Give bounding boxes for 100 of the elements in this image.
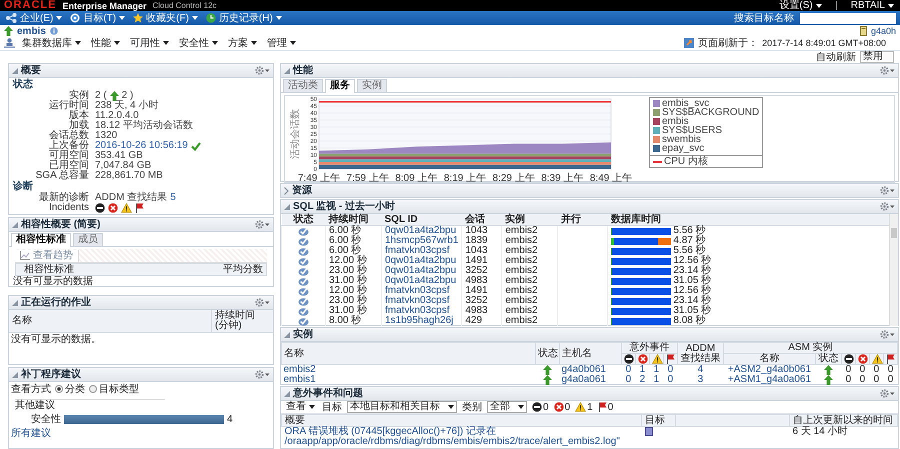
gear-icon[interactable] <box>880 389 895 398</box>
nav-menu[interactable]: 企业(E) <box>4 12 64 24</box>
check-icon <box>298 246 309 256</box>
disclosure-icon[interactable] <box>12 68 18 74</box>
disclosure-icon[interactable] <box>284 390 290 396</box>
caret-icon <box>163 41 169 45</box>
host-link[interactable]: g4a0b061 <box>561 364 606 375</box>
gear-icon[interactable] <box>880 202 895 211</box>
auto-refresh-select[interactable]: 禁用 <box>860 51 894 63</box>
gear-icon[interactable] <box>255 220 270 229</box>
search-field[interactable] <box>800 12 896 24</box>
target-menu[interactable]: 安全性 <box>176 36 221 50</box>
incident-count[interactable]: 2 <box>640 374 646 385</box>
gear-icon[interactable] <box>255 298 270 307</box>
target-icon <box>70 13 80 23</box>
caret-icon <box>192 16 198 20</box>
incident-count[interactable]: 0 <box>668 374 674 385</box>
host-link[interactable]: g4a0h <box>870 26 896 36</box>
legend-label: swembis <box>662 135 701 144</box>
nav-menu[interactable]: 目标(T) <box>68 12 128 24</box>
incident-count[interactable]: 0 <box>668 364 674 375</box>
sql-id-link[interactable]: 0qw01a4ta2bpu <box>385 255 456 266</box>
findings-link[interactable]: 4 <box>698 364 704 375</box>
instance-link[interactable]: embis1 <box>284 374 316 385</box>
category-select[interactable]: 全部 <box>487 401 527 413</box>
all-recommendations-link[interactable]: 所有建议 <box>11 428 51 439</box>
sql-id-link[interactable]: fmatvkn03cpsf <box>385 285 450 296</box>
panel-title: 相容性概要 (简要) <box>21 218 100 231</box>
asm-link[interactable]: +ASM2_g4a0b061 <box>728 364 812 375</box>
asm-link[interactable]: +ASM1_g4a0a061 <box>728 374 812 385</box>
tab[interactable]: 实例 <box>357 79 387 92</box>
auto-refresh-label: 自动刷新 <box>816 50 856 64</box>
caret-icon <box>518 405 524 409</box>
sql-id-link[interactable]: fmatvkn03cpsf <box>385 295 450 306</box>
column-header: 会话 <box>462 214 502 226</box>
sql-id-link[interactable]: 0qw01a4ta2bpu <box>385 225 456 236</box>
gear-icon[interactable] <box>255 370 270 379</box>
gear-icon[interactable] <box>255 66 270 75</box>
check-icon <box>298 236 309 246</box>
disclosure-icon[interactable] <box>12 300 18 306</box>
field-value: 1320 <box>95 131 118 141</box>
sql-id-link[interactable]: fmatvkn03cpsf <box>385 245 450 256</box>
target-name[interactable]: embis <box>17 26 46 36</box>
disclosure-icon[interactable] <box>12 222 18 228</box>
target-select[interactable]: 本地目标和相关目标 <box>347 401 457 413</box>
scrollbar[interactable] <box>889 214 898 326</box>
view-menu[interactable]: 查看 <box>284 402 317 412</box>
incident-count[interactable]: 1 <box>654 374 660 385</box>
column-header: SQL ID <box>382 214 462 226</box>
table-cell: 1491 <box>462 286 502 296</box>
findings-link[interactable]: 5 <box>170 193 176 203</box>
header-menu[interactable]: RBTAIL <box>848 0 896 11</box>
product-edition: Cloud Control 12c <box>152 1 217 10</box>
sql-id-link[interactable]: 0qw01a4ta2bpu <box>385 265 456 276</box>
info-icon[interactable] <box>50 27 58 35</box>
target-menu[interactable]: 方案 <box>225 36 260 50</box>
sql-id-link[interactable]: 1hsmcp567wrb1 <box>385 235 458 246</box>
check-icon <box>298 266 309 276</box>
target-menu[interactable]: 集群数据库 <box>19 36 84 50</box>
sql-id-link[interactable]: fmatvkn03cpsf <box>385 305 450 316</box>
field-label: 最新的诊断 <box>38 193 89 203</box>
target-menu[interactable]: 管理 <box>264 36 299 50</box>
header-menu[interactable]: 设置(S) <box>777 0 824 11</box>
disclosure-icon[interactable] <box>12 372 18 378</box>
field-label: SGA 总容量 <box>34 171 89 181</box>
nav-menu[interactable]: 收藏夹(F) <box>131 12 200 24</box>
incident-count[interactable]: 0 <box>626 364 632 375</box>
tab[interactable]: 服务 <box>325 79 355 93</box>
sql-id-link[interactable]: 1s1b95hagh26j <box>385 315 454 326</box>
radio-button[interactable] <box>89 385 97 393</box>
incident-link[interactable]: ORA 错误堆栈 (07445[kggecAlloc()+76]) 记录在 /oraapp/app/oracle/rdbms/diag/rdbms/embis/embis2/trace/alert_embis2.log" <box>284 427 638 447</box>
disclosure-icon[interactable] <box>284 204 290 210</box>
host-link[interactable]: g4a0a061 <box>561 374 606 385</box>
nav-menu[interactable]: 历史记录(H) <box>204 12 284 24</box>
caret-icon <box>75 41 81 45</box>
table-cell: embis2 <box>502 316 558 326</box>
disclosure-icon[interactable] <box>284 332 290 338</box>
sql-id-link[interactable]: 0qw01a4ta2bpu <box>385 275 456 286</box>
refresh-icon[interactable] <box>684 38 694 48</box>
tab[interactable]: 成员 <box>73 233 103 246</box>
tab[interactable]: 活动类 <box>283 79 323 92</box>
target-menu[interactable]: 可用性 <box>127 36 172 50</box>
disclosure-icon[interactable] <box>284 186 289 194</box>
radio-button[interactable] <box>55 385 63 393</box>
field-label: Incidents <box>48 203 89 213</box>
gear-icon[interactable] <box>880 186 895 195</box>
tab[interactable]: 相容性标准 <box>11 233 71 247</box>
backup-link[interactable]: 2016-10-26 10:56:19 <box>95 141 188 151</box>
gear-icon[interactable] <box>880 66 895 75</box>
minus-circle-icon <box>532 402 542 412</box>
incident-count[interactable]: 1 <box>640 364 646 375</box>
findings-link[interactable]: 3 <box>698 374 704 385</box>
instance-link[interactable]: embis2 <box>284 364 316 375</box>
gear-icon[interactable] <box>880 330 895 339</box>
incident-count[interactable]: 0 <box>626 374 632 385</box>
column-header: 目标 <box>642 414 676 426</box>
target-menu[interactable]: 性能 <box>88 36 123 50</box>
disclosure-icon[interactable] <box>284 68 290 74</box>
incident-count[interactable]: 1 <box>654 364 660 375</box>
table-cell: 4.87 秒 <box>673 236 706 246</box>
